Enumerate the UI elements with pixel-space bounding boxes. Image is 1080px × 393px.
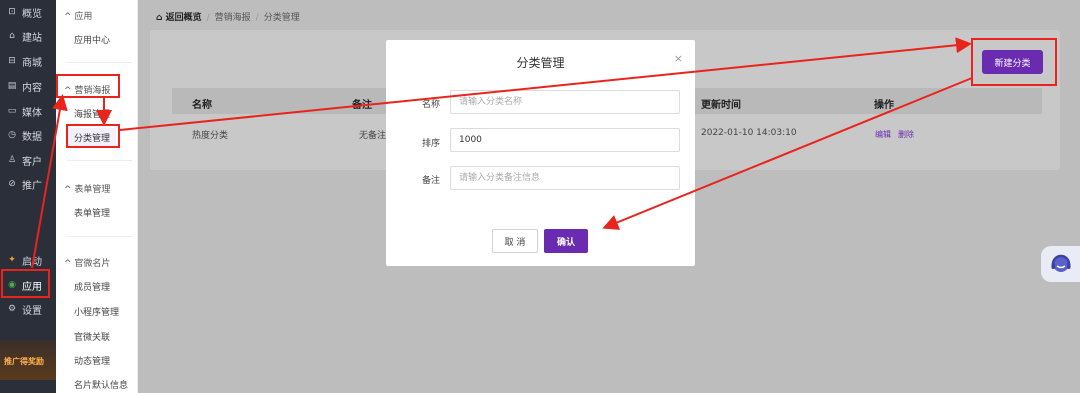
sidebar-group-apps[interactable]: ^ 应用 [64,9,92,22]
rail-item-launch[interactable]: ✦ 启动 [0,248,56,272]
cell-name: 热度分类 [192,131,229,141]
rail-item-site[interactable]: ⌂ 建站 [0,24,56,48]
cancel-button[interactable]: 取 消 [492,229,538,253]
cell-note: 无备注 [359,131,387,141]
primary-nav-rail: ⊡ 概览 ⌂ 建站 ⊟ 商城 ▤ 内容 ▭ 媒体 ◷ 数据 ♙ 客户 ⊘ 推广 ✦ 启动 ◉ 应用 … [0,0,56,393]
rail-item-data[interactable]: ◷ 数据 [0,123,56,147]
sidebar-item-form-manage[interactable]: 表单管理 [74,206,110,219]
delete-link[interactable]: 删除 [898,129,914,140]
label-note: 备注 [422,176,441,186]
sidebar-item-members[interactable]: 成员管理 [74,280,110,293]
sidebar-group-card[interactable]: ^ 官微名片 [64,256,110,269]
column-header-note: 备注 [352,100,372,111]
promo-text: 推广得奖励 [4,357,44,366]
note-input[interactable] [450,166,680,190]
label-name: 名称 [422,100,441,110]
link-icon: ⊘ [8,179,16,189]
sidebar-group-label: 应用 [74,12,93,22]
home-icon: ⌂ [156,13,163,23]
new-category-button[interactable]: 新建分类 [982,50,1043,74]
sidebar-group-label: 营销海报 [74,86,111,96]
sidebar-item-poster-manage[interactable]: 海报管理 [74,107,110,120]
rail-item-label: 媒体 [22,107,42,119]
sidebar-divider [66,160,132,161]
secondary-sidebar: ^ 应用 应用中心 ^ 营销海报 海报管理 分类管理 ^ 表单管理 表单管理 ^… [56,0,138,393]
sidebar-group-poster[interactable]: ^ 营销海报 [64,83,110,96]
breadcrumb-current: 分类管理 [263,13,300,23]
sidebar-item-official-link[interactable]: 官微关联 [74,330,110,343]
rail-item-content[interactable]: ▤ 内容 [0,74,56,98]
settings-icon: ⚙ [7,304,17,314]
shop-icon: ⊟ [8,56,16,66]
breadcrumb-home[interactable]: ⌂ 返回概览 [156,13,202,23]
rail-item-media[interactable]: ▭ 媒体 [0,99,56,123]
rail-item-overview[interactable]: ⊡ 概览 [0,0,56,24]
sidebar-item-card-defaults[interactable]: 名片默认信息 [74,378,128,391]
rail-item-label: 客户 [22,156,42,168]
sidebar-group-label: 官微名片 [74,259,111,269]
user-icon: ♙ [7,155,17,165]
rail-item-label: 建站 [22,32,42,44]
confirm-button[interactable]: 确认 [544,229,588,253]
rail-item-label: 启动 [22,256,42,268]
column-header-updated: 更新时间 [701,100,741,111]
sidebar-item-category-manage[interactable]: 分类管理 [68,128,117,147]
cell-updated: 2022-01-10 14:03:10 [701,128,797,138]
sidebar-divider [66,236,132,237]
modal-title: 分类管理 [516,56,565,70]
breadcrumb: ⌂ 返回概览 / 营销海报 / 分类管理 [156,13,300,23]
rail-item-label: 数据 [22,131,42,143]
promo-banner[interactable]: 推广得奖励 [0,340,56,380]
sort-input[interactable] [450,128,680,152]
rail-item-label: 内容 [22,82,42,94]
home-icon: ⌂ [9,31,15,41]
sidebar-item-feed[interactable]: 动态管理 [74,354,110,367]
sidebar-divider [66,62,132,63]
rail-item-settings[interactable]: ⚙ 设置 [0,297,56,321]
name-input[interactable] [450,90,680,114]
launch-icon: ✦ [8,255,16,265]
column-header-name: 名称 [192,100,212,111]
storefront-icon: ⊡ [8,7,16,17]
document-icon: ▤ [7,81,17,91]
rail-item-label: 设置 [22,305,42,317]
support-chat-button[interactable] [1041,246,1080,282]
clock-icon: ◷ [8,130,16,140]
sidebar-item-miniprogram[interactable]: 小程序管理 [74,305,119,318]
sidebar-group-label: 表单管理 [74,185,111,195]
rail-item-shop[interactable]: ⊟ 商城 [0,49,56,73]
rail-item-label: 应用 [22,281,42,293]
category-modal: 分类管理 × 名称 排序 备注 取 消 确认 [386,40,695,266]
close-icon[interactable]: × [674,52,683,65]
sidebar-item-app-center[interactable]: 应用中心 [74,33,110,46]
headset-icon [1051,254,1070,272]
rail-item-customer[interactable]: ♙ 客户 [0,148,56,172]
rail-item-label: 商城 [22,57,42,69]
label-sort: 排序 [422,139,441,149]
breadcrumb-home-label: 返回概览 [165,13,202,23]
rail-item-label: 概览 [22,8,42,20]
rail-item-label: 推广 [22,180,42,192]
edit-link[interactable]: 编辑 [875,129,891,140]
media-icon: ▭ [7,106,17,116]
rail-item-apps[interactable]: ◉ 应用 [0,273,56,297]
breadcrumb-poster[interactable]: 营销海报 [215,13,251,23]
rail-item-promote[interactable]: ⊘ 推广 [0,172,56,196]
sidebar-group-forms[interactable]: ^ 表单管理 [64,182,110,195]
column-header-actions: 操作 [874,100,894,111]
apps-icon: ◉ [8,280,16,290]
